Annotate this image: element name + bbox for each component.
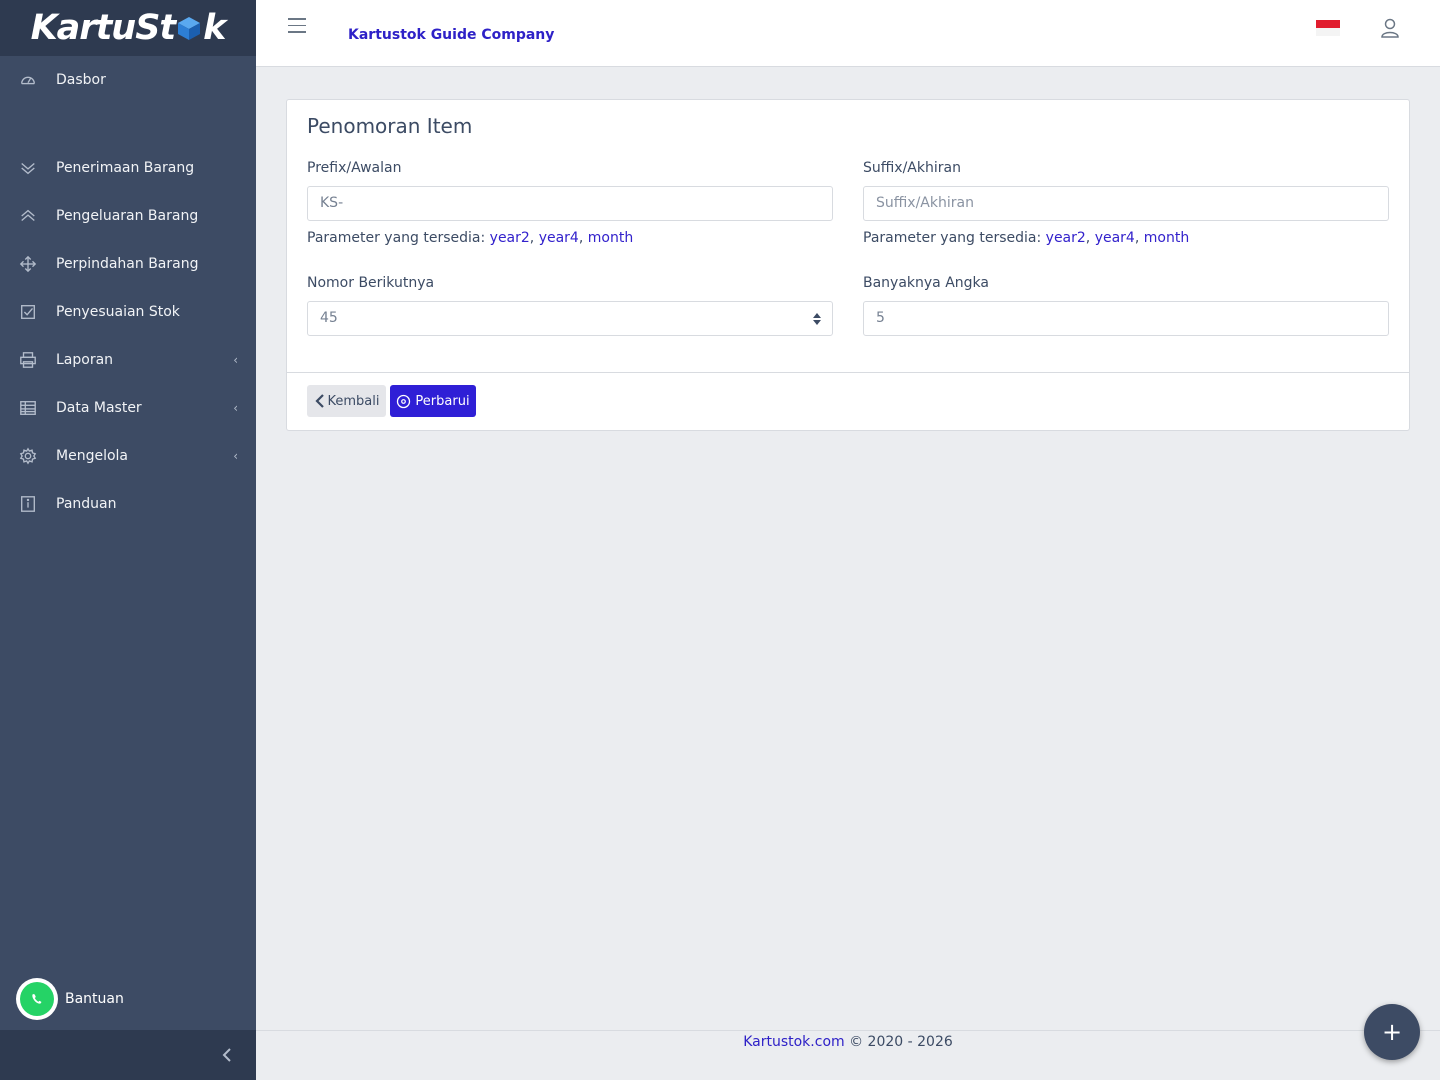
company-name[interactable]: Kartustok Guide Company bbox=[348, 27, 554, 43]
back-button-label: Kembali bbox=[327, 393, 380, 409]
card-footer-divider bbox=[287, 372, 1409, 373]
sidebar-item-dasbor[interactable]: Dasbor bbox=[0, 56, 256, 104]
suffix-input[interactable]: Suffix/Akhiran bbox=[863, 186, 1389, 221]
top-header: Kartustok Guide Company bbox=[256, 0, 1440, 67]
next-number-input[interactable]: 45 bbox=[307, 301, 833, 336]
logo-text-part-2: k bbox=[203, 8, 226, 48]
param-year4[interactable]: year4 bbox=[539, 230, 579, 246]
prefix-label: Prefix/Awalan bbox=[307, 160, 402, 176]
sidebar-item-label: Laporan bbox=[56, 352, 114, 368]
hamburger-menu-icon[interactable] bbox=[288, 18, 306, 36]
suffix-label: Suffix/Akhiran bbox=[863, 160, 961, 176]
user-icon[interactable] bbox=[1380, 17, 1400, 39]
sidebar-item-label: Panduan bbox=[56, 496, 117, 512]
sidebar-item-penerimaan-barang[interactable]: Penerimaan Barang bbox=[0, 144, 256, 192]
plus-icon: + bbox=[1381, 1018, 1403, 1046]
sidebar-item-mengelola[interactable]: Mengelola ‹ bbox=[0, 432, 256, 480]
param-year4[interactable]: year4 bbox=[1095, 230, 1135, 246]
digits-input[interactable]: 5 bbox=[863, 301, 1389, 336]
page-title: Penomoran Item bbox=[307, 114, 473, 138]
back-button[interactable]: Kembali bbox=[307, 385, 386, 417]
param-month[interactable]: month bbox=[588, 230, 633, 246]
sidebar-item-laporan[interactable]: Laporan ‹ bbox=[0, 336, 256, 384]
sidebar-item-panduan[interactable]: Panduan bbox=[0, 480, 256, 528]
update-button-label: Perbarui bbox=[415, 393, 470, 409]
params-label: Parameter yang tersedia: bbox=[863, 230, 1042, 246]
sidebar-item-penyesuaian-stok[interactable]: Penyesuaian Stok bbox=[0, 288, 256, 336]
chevron-double-down-icon bbox=[18, 158, 38, 178]
sidebar-item-label: Data Master bbox=[56, 400, 142, 416]
params-label: Parameter yang tersedia: bbox=[307, 230, 486, 246]
digits-label: Banyaknya Angka bbox=[863, 275, 989, 291]
number-spinner-icon[interactable] bbox=[812, 311, 822, 327]
brand-logo[interactable]: KartuSt k bbox=[0, 0, 256, 56]
footer-copyright: © 2020 - 2026 bbox=[849, 1034, 953, 1050]
move-icon bbox=[18, 254, 38, 274]
indonesia-flag-icon[interactable] bbox=[1316, 20, 1340, 36]
sidebar-item-label: Dasbor bbox=[56, 72, 106, 88]
next-number-label: Nomor Berikutnya bbox=[307, 275, 435, 291]
sidebar: KartuSt k Dasbor Penerimaan Barang Penge… bbox=[0, 0, 256, 1080]
page-footer: Kartustok.com © 2020 - 2026 bbox=[256, 1030, 1440, 1080]
sidebar-item-data-master[interactable]: Data Master ‹ bbox=[0, 384, 256, 432]
param-year2[interactable]: year2 bbox=[490, 230, 530, 246]
update-button[interactable]: Perbarui bbox=[390, 385, 476, 417]
numbering-card: Penomoran Item Prefix/Awalan KS- Paramet… bbox=[286, 99, 1410, 431]
sidebar-item-pengeluaran-barang[interactable]: Pengeluaran Barang bbox=[0, 192, 256, 240]
whatsapp-icon bbox=[16, 978, 58, 1020]
chevron-double-up-icon bbox=[18, 206, 38, 226]
sidebar-item-label: Mengelola bbox=[56, 448, 128, 464]
chevron-left-icon: ‹ bbox=[233, 401, 238, 415]
sidebar-collapse-chevron-icon[interactable] bbox=[216, 1044, 238, 1066]
sidebar-item-label: Pengeluaran Barang bbox=[56, 208, 199, 224]
add-fab-button[interactable]: + bbox=[1364, 1004, 1420, 1060]
cube-logo-icon bbox=[178, 17, 201, 40]
footer-link[interactable]: Kartustok.com bbox=[743, 1034, 844, 1050]
logo-text: KartuSt k bbox=[30, 8, 227, 48]
param-month[interactable]: month bbox=[1144, 230, 1189, 246]
printer-icon bbox=[18, 350, 38, 370]
logo-text-part-1: KartuSt bbox=[30, 8, 177, 48]
sidebar-footer bbox=[0, 1030, 256, 1080]
speedometer-icon bbox=[18, 70, 38, 90]
sidebar-item-label: Penyesuaian Stok bbox=[56, 304, 180, 320]
sidebar-item-label: Penerimaan Barang bbox=[56, 160, 195, 176]
param-year2[interactable]: year2 bbox=[1046, 230, 1086, 246]
sidebar-item-label: Perpindahan Barang bbox=[56, 256, 199, 272]
help-label: Bantuan bbox=[65, 991, 124, 1007]
help-whatsapp[interactable]: Bantuan bbox=[16, 978, 124, 1020]
prefix-input[interactable]: KS- bbox=[307, 186, 833, 221]
sidebar-item-perpindahan-barang[interactable]: Perpindahan Barang bbox=[0, 240, 256, 288]
suffix-params: Parameter yang tersedia: year2, year4, m… bbox=[863, 230, 1190, 246]
prefix-params: Parameter yang tersedia: year2, year4, m… bbox=[307, 230, 634, 246]
next-number-value: 45 bbox=[320, 310, 338, 326]
check-square-icon bbox=[18, 302, 38, 322]
info-icon bbox=[18, 494, 38, 514]
gear-icon bbox=[18, 446, 38, 466]
chevron-left-icon: ‹ bbox=[233, 353, 238, 367]
chevron-left-icon: ‹ bbox=[233, 449, 238, 463]
chevron-left-icon bbox=[314, 394, 324, 408]
save-circle-icon bbox=[397, 394, 411, 408]
spreadsheet-icon bbox=[18, 398, 38, 418]
